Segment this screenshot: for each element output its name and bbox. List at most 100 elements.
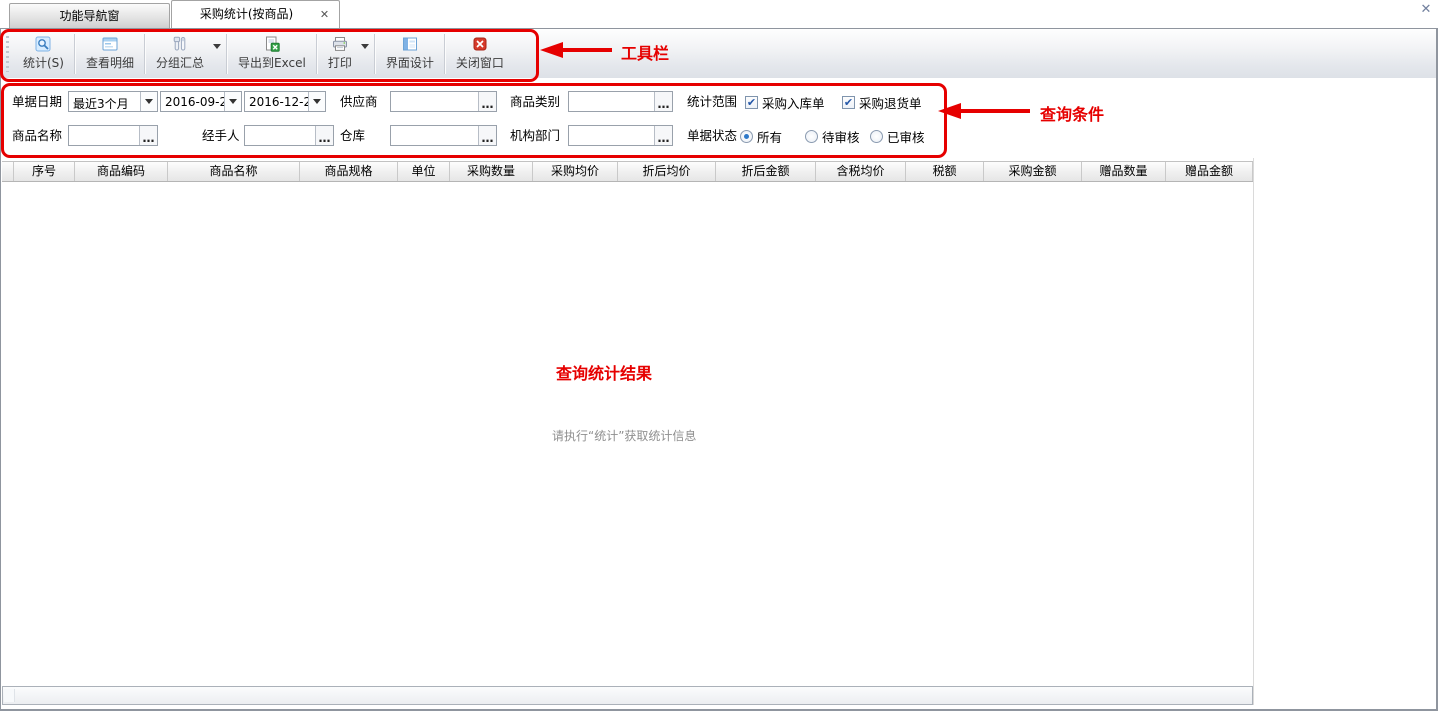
column-header-product-code[interactable]: 商品编码	[75, 162, 168, 181]
tab-purchase-stats[interactable]: 采购统计(按商品) ✕	[171, 0, 340, 28]
query-annotation-text: 查询条件	[1040, 101, 1104, 125]
column-header-tax-amt[interactable]: 税额	[906, 162, 984, 181]
group-summary-icon	[172, 36, 188, 52]
window-border	[0, 709, 1438, 711]
column-header-purchase-amt[interactable]: 采购金额	[984, 162, 1082, 181]
group-summary-button[interactable]: 分组汇总	[147, 30, 213, 78]
status-bar-chip	[4, 689, 15, 702]
export-excel-button[interactable]: 导出到Excel	[229, 30, 315, 78]
ellipsis-icon[interactable]: …	[315, 126, 333, 145]
statistics-button[interactable]: 统计(S)	[14, 30, 73, 78]
tab-label: 采购统计(按商品)	[200, 7, 293, 21]
button-label: 打印	[328, 54, 352, 71]
checkbox-purchase-inbound[interactable]: ✔ 采购入库单	[745, 93, 825, 112]
radio-all[interactable]: 所有	[740, 127, 782, 146]
arrow-shaft	[958, 109, 1030, 113]
print-button[interactable]: 打印	[319, 30, 361, 78]
date-to-combo[interactable]: 2016-12-22	[244, 91, 326, 112]
button-label: 查看明细	[86, 54, 134, 71]
export-excel-icon	[264, 36, 280, 52]
row-indicator-cell	[2, 162, 14, 181]
toolbar-separator	[74, 34, 76, 74]
column-header-discount-avg[interactable]: 折后均价	[618, 162, 716, 181]
app-window: 功能导航窗 采购统计(按商品) ✕ ✕ 统计(S) 查看明细	[0, 0, 1440, 712]
warehouse-lookup: …	[390, 125, 497, 146]
column-header-gift-amt[interactable]: 赠品金额	[1166, 162, 1253, 181]
chevron-down-icon[interactable]	[308, 92, 325, 111]
toolbar-separator	[144, 34, 146, 74]
doc-date-label: 单据日期	[12, 94, 62, 109]
column-header-purchase-avg[interactable]: 采购均价	[533, 162, 618, 181]
toolbar-separator	[316, 34, 318, 74]
grid-header-row: 序号 商品编码 商品名称 商品规格 单位 采购数量 采购均价 折后均价 折后金额…	[2, 161, 1253, 182]
column-header-gift-qty[interactable]: 赠品数量	[1082, 162, 1166, 181]
close-window-button[interactable]: 关闭窗口	[447, 30, 513, 78]
tab-function-nav[interactable]: 功能导航窗	[9, 3, 170, 28]
result-annotation-text: 查询统计结果	[556, 360, 652, 384]
radio-label: 待审核	[822, 127, 860, 146]
supplier-lookup: …	[390, 91, 497, 112]
checkbox-label: 采购退货单	[859, 93, 922, 112]
checkbox-checked-icon[interactable]: ✔	[842, 96, 855, 109]
column-header-discount-amt[interactable]: 折后金额	[716, 162, 816, 181]
date-from-value: 2016-09-22	[161, 92, 224, 111]
checkbox-checked-icon[interactable]: ✔	[745, 96, 758, 109]
category-input[interactable]	[569, 92, 654, 111]
column-header-seq[interactable]: 序号	[14, 162, 75, 181]
print-dropdown-icon[interactable]	[361, 44, 369, 49]
warehouse-input[interactable]	[391, 126, 478, 145]
department-input[interactable]	[569, 126, 654, 145]
handler-lookup: …	[244, 125, 334, 146]
grid-right-edge	[1253, 158, 1254, 705]
product-name-lookup: …	[68, 125, 158, 146]
radio-pending-audit[interactable]: 待审核	[805, 127, 860, 146]
product-name-input[interactable]	[69, 126, 139, 145]
date-to-value: 2016-12-22	[245, 92, 308, 111]
department-label: 机构部门	[510, 128, 560, 143]
grid-empty-hint: 请执行“统计”获取统计信息	[552, 427, 696, 444]
column-header-product-spec[interactable]: 商品规格	[300, 162, 398, 181]
ellipsis-icon[interactable]: …	[478, 126, 496, 145]
radio-unselected-icon[interactable]	[870, 130, 883, 143]
button-label: 分组汇总	[156, 54, 204, 71]
column-header-purchase-qty[interactable]: 采购数量	[450, 162, 533, 181]
toolbar-separator	[374, 34, 376, 74]
arrow-left-icon	[938, 103, 961, 119]
department-lookup: …	[568, 125, 673, 146]
radio-selected-icon[interactable]	[740, 130, 753, 143]
column-header-unit[interactable]: 单位	[398, 162, 450, 181]
ui-design-button[interactable]: 界面设计	[377, 30, 443, 78]
status-bar	[2, 686, 1253, 705]
handler-label: 经手人	[202, 128, 240, 143]
handler-input[interactable]	[245, 126, 315, 145]
date-from-combo[interactable]: 2016-09-22	[160, 91, 242, 112]
scope-label: 统计范围	[687, 94, 737, 109]
ui-design-icon	[402, 36, 418, 52]
view-detail-button[interactable]: 查看明细	[77, 30, 143, 78]
ellipsis-icon[interactable]: …	[654, 92, 672, 111]
warehouse-label: 仓库	[340, 128, 365, 143]
button-label: 界面设计	[386, 54, 434, 71]
supplier-input[interactable]	[391, 92, 478, 111]
date-preset-value: 最近3个月	[69, 92, 140, 111]
chevron-down-icon[interactable]	[224, 92, 241, 111]
radio-audited[interactable]: 已审核	[870, 127, 925, 146]
tab-close-icon[interactable]: ✕	[318, 8, 331, 21]
toolbar-grip-handle[interactable]	[6, 36, 9, 72]
chevron-down-icon[interactable]	[140, 92, 157, 111]
group-summary-dropdown-icon[interactable]	[213, 44, 221, 49]
statistics-search-icon	[35, 36, 51, 52]
ellipsis-icon[interactable]: …	[139, 126, 157, 145]
window-border	[0, 28, 1, 710]
category-lookup: …	[568, 91, 673, 112]
column-header-product-name[interactable]: 商品名称	[168, 162, 300, 181]
column-header-taxed-avg[interactable]: 含税均价	[816, 162, 906, 181]
window-close-icon[interactable]: ✕	[1418, 2, 1434, 18]
checkbox-purchase-return[interactable]: ✔ 采购退货单	[842, 93, 922, 112]
button-label: 导出到Excel	[238, 54, 306, 71]
ellipsis-icon[interactable]: …	[654, 126, 672, 145]
date-preset-combo[interactable]: 最近3个月	[68, 91, 158, 112]
print-icon	[332, 36, 348, 52]
radio-unselected-icon[interactable]	[805, 130, 818, 143]
ellipsis-icon[interactable]: …	[478, 92, 496, 111]
